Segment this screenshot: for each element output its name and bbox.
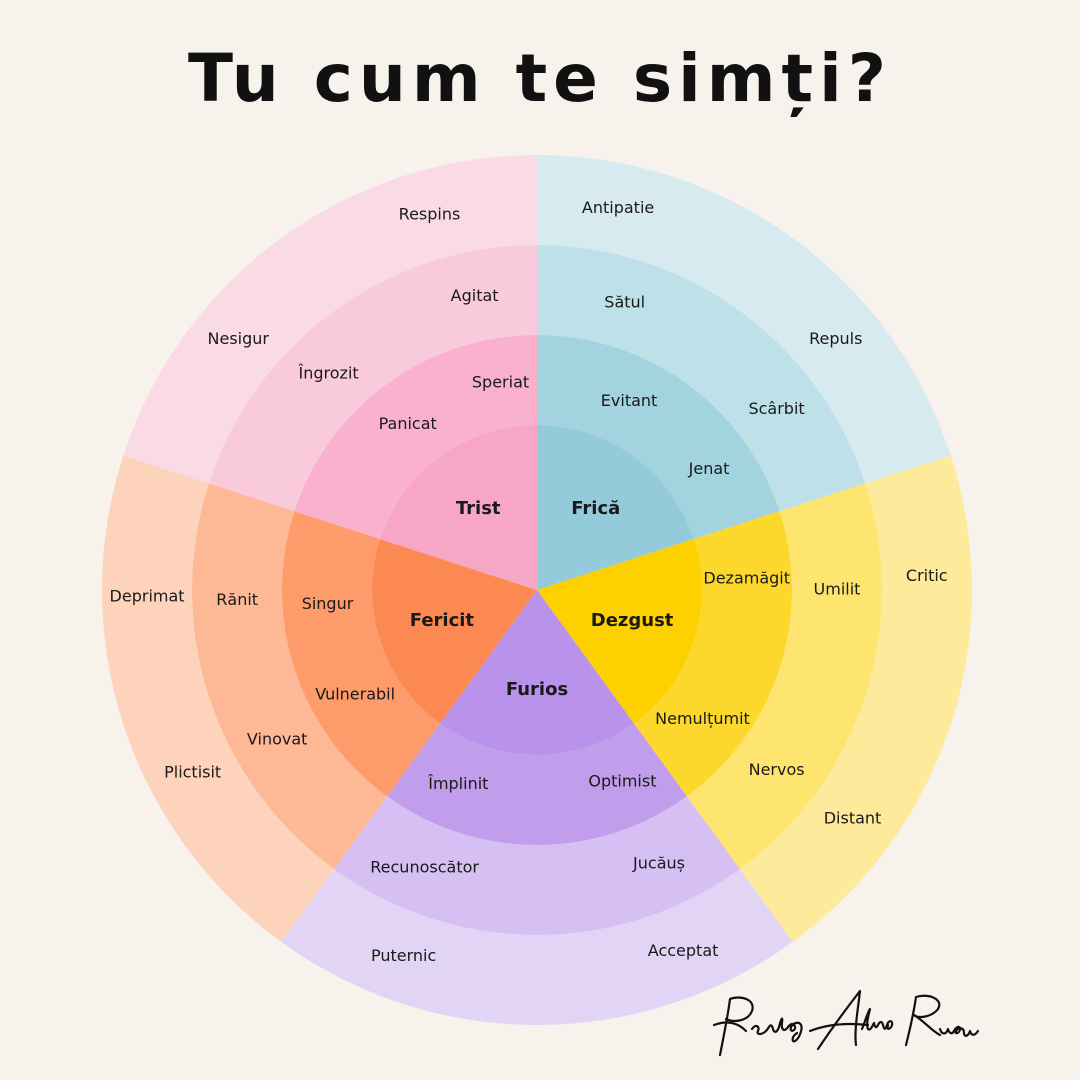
core-label-frica: Frică bbox=[571, 498, 620, 519]
ring4-label-furios: Critic bbox=[906, 566, 948, 585]
ring4-label-dezgust: Antipatie bbox=[582, 198, 654, 217]
ring3-label-furios: Nervos bbox=[749, 760, 805, 779]
ring4-label-frica: Nesigur bbox=[208, 329, 270, 348]
ring3-label-trist: Rănit bbox=[216, 590, 258, 609]
ring2-label-fericit: Optimist bbox=[588, 771, 656, 790]
core-label-trist: Trist bbox=[456, 498, 501, 519]
ring2-label-frica: Speriat bbox=[472, 373, 529, 392]
ring2-label-furios: Nemulțumit bbox=[655, 709, 750, 728]
ring4-label-frica: Respins bbox=[399, 205, 461, 224]
ring3-label-fericit: Recunoscător bbox=[370, 858, 479, 877]
ring3-label-dezgust: Scârbit bbox=[748, 399, 804, 418]
ring4-label-fericit: Puternic bbox=[371, 946, 436, 965]
ring4-label-furios: Distant bbox=[824, 809, 882, 828]
ring4-label-trist: Plictisit bbox=[164, 763, 221, 782]
core-label-furios: Furios bbox=[506, 679, 568, 700]
ring4-label-fericit: Acceptat bbox=[648, 941, 719, 960]
ring4-label-dezgust: Repuls bbox=[809, 329, 862, 348]
ring3-label-frica: Agitat bbox=[451, 286, 499, 305]
ring3-label-frica: Îngrozit bbox=[298, 364, 359, 383]
ring3-label-furios: Umilit bbox=[814, 580, 861, 599]
ring2-label-frica: Panicat bbox=[379, 414, 437, 433]
core-label-fericit: Fericit bbox=[410, 610, 475, 631]
ring4-label-trist: Deprimat bbox=[110, 586, 185, 605]
emotion-wheel: Frică Speriat Panicat Agitat Îngrozit Respins… bbox=[102, 154, 973, 1025]
ring2-label-trist: Vulnerabil bbox=[315, 685, 395, 704]
ring3-label-fericit: Jucăuș bbox=[632, 854, 685, 873]
ring2-label-dezgust: Jenat bbox=[688, 459, 730, 478]
signature-logo bbox=[712, 989, 980, 1057]
ring2-label-fericit: Împlinit bbox=[427, 774, 488, 793]
ring2-label-trist: Singur bbox=[302, 594, 354, 613]
core-label-dezgust: Dezgust bbox=[591, 610, 674, 631]
ring2-label-furios: Dezamăgit bbox=[703, 569, 790, 588]
ring3-label-dezgust: Sătul bbox=[604, 293, 645, 312]
ring3-label-trist: Vinovat bbox=[247, 730, 308, 749]
ring2-label-dezgust: Evitant bbox=[601, 391, 658, 410]
